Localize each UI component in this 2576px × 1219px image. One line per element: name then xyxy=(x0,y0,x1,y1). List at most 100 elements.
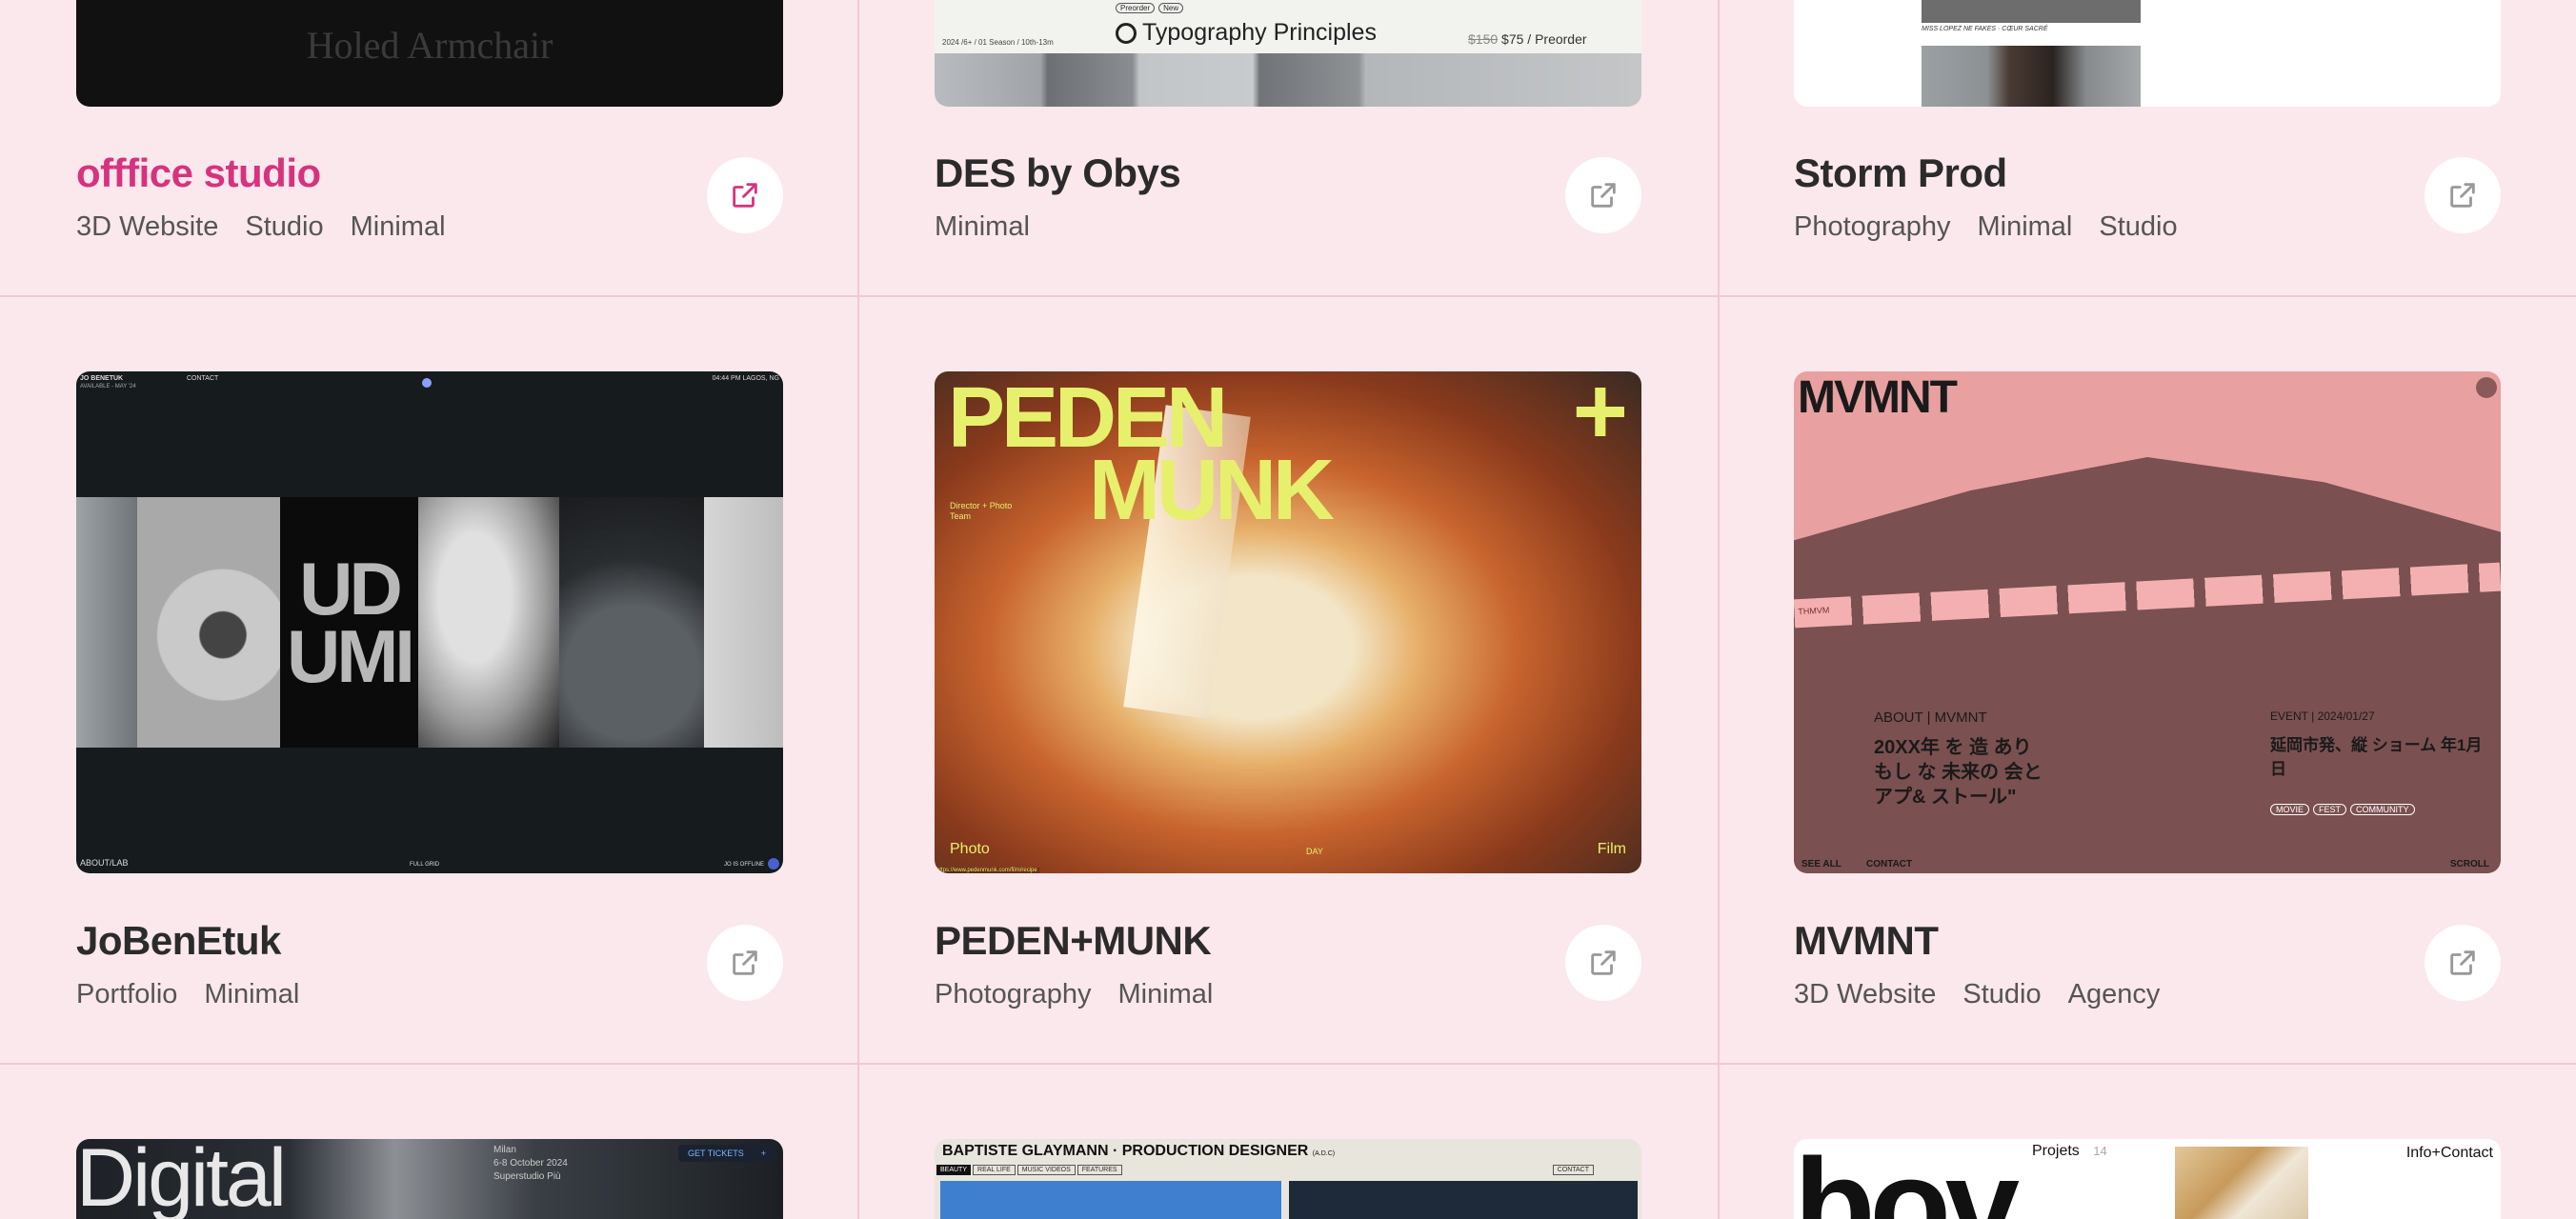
thumb-label: JO IS OFFLINE xyxy=(723,862,764,868)
project-title[interactable]: offfice studio xyxy=(76,150,321,196)
tag[interactable]: Studio xyxy=(1962,979,2041,1010)
tag[interactable]: Minimal xyxy=(1977,211,2072,243)
project-thumbnail[interactable]: Digital Milan 6-8 October 2024 Superstud… xyxy=(76,1139,783,1219)
project-thumbnail[interactable]: THMVM MVMNT ABOUT | MVMNT EVENT | 2024/0… xyxy=(1794,371,2501,873)
thumb-label: CONTACT xyxy=(187,375,219,382)
column-divider xyxy=(1718,0,1720,1219)
nav-item: FEATURES xyxy=(1077,1165,1122,1175)
thumbnail-caption: MISS LOPEZ NE FAKES · CŒUR SACRÉ xyxy=(1922,26,2048,32)
tag[interactable]: Portfolio xyxy=(76,979,177,1010)
project-card-bov[interactable]: bov Projets 14 Info+Contact xyxy=(1794,1139,2501,1219)
open-external-button[interactable] xyxy=(707,157,783,233)
thumb-jp-text: アプ& ストール" xyxy=(1874,787,2017,808)
thumb-label: ABOUT | MVMNT xyxy=(1874,709,1987,726)
project-card-jobenetuk[interactable]: JO BENETUK AVAILABLE - MAY '24 CONTACT 0… xyxy=(76,371,783,1019)
project-title[interactable]: Storm Prod xyxy=(1794,150,2007,196)
external-link-icon xyxy=(733,950,757,975)
pill: MOVIE xyxy=(2270,804,2310,815)
thumb-logo: MVMNT xyxy=(1798,372,1958,423)
thumb-label: ABOUT/LAB xyxy=(80,858,129,868)
tag[interactable]: Minimal xyxy=(935,211,1030,243)
project-tags: Minimal xyxy=(935,211,1030,243)
cta-label: GET TICKETS xyxy=(688,1149,744,1158)
open-external-button[interactable] xyxy=(2425,157,2501,233)
project-title[interactable]: PEDEN+MUNK xyxy=(935,918,1212,964)
thumb-nav: BEAUTY REAL LIFE MUSIC VIDEOS FEATURES xyxy=(936,1165,1122,1175)
open-external-button[interactable] xyxy=(707,925,783,1001)
menu-icon xyxy=(2476,377,2497,398)
thumbnail-meta: 2024 /6+ / 01 Season / 10th-13m xyxy=(942,38,1054,47)
tag[interactable]: 3D Website xyxy=(1794,979,1936,1010)
open-external-button[interactable] xyxy=(2425,925,2501,1001)
projects-label: Projets xyxy=(2032,1143,2080,1159)
tag[interactable]: Studio xyxy=(245,211,323,243)
thumb-jp-text: 20XX年 を 造 あり xyxy=(1874,737,2032,758)
tag[interactable]: 3D Website xyxy=(76,211,218,243)
thumb-word: bov xyxy=(1794,1139,2020,1219)
nav-item: MUSIC VIDEOS xyxy=(1016,1165,1076,1175)
thumb-label: Director + Photo Team xyxy=(950,501,1013,521)
image-strip: UD UMI xyxy=(76,497,783,748)
project-card-offfice-studio[interactable]: Holed Armchair offfice studio 3D Website… xyxy=(76,0,783,286)
nav-item: CONTACT xyxy=(1552,1165,1594,1175)
badge: New xyxy=(1158,3,1184,13)
project-card-mvmnt[interactable]: THMVM MVMNT ABOUT | MVMNT EVENT | 2024/0… xyxy=(1794,371,2501,1019)
thumb-heading: BAPTISTE GLAYMANN · PRODUCTION DESIGNER … xyxy=(942,1143,1335,1160)
tag[interactable]: Studio xyxy=(2099,211,2177,243)
row-divider xyxy=(0,1063,2576,1065)
project-card-digital[interactable]: Digital Milan 6-8 October 2024 Superstud… xyxy=(76,1139,783,1219)
tag[interactable]: Minimal xyxy=(351,211,446,243)
old-price: $150 xyxy=(1468,31,1499,47)
thumb-label: AVAILABLE - MAY '24 xyxy=(80,384,136,390)
thumb-label: JO BENETUK xyxy=(80,375,124,382)
heading-text: Typography Principles xyxy=(1142,19,1377,46)
thumb-label: EVENT | 2024/01/27 xyxy=(2270,709,2375,723)
tag[interactable]: Photography xyxy=(1794,211,1950,243)
thumb-label: SCROLL xyxy=(2449,859,2489,869)
project-title[interactable]: DES by Obys xyxy=(935,150,1181,196)
thumb-label: Film xyxy=(1597,841,1626,857)
heading-sub: (A.D.C) xyxy=(1312,1150,1336,1157)
project-tags: 3D Website Studio Agency xyxy=(1794,979,2160,1010)
project-thumbnail[interactable]: PEDEN MUNK + Director + Photo Team Photo… xyxy=(935,371,1641,873)
thumbnail-image xyxy=(935,53,1641,107)
project-card-peden-munk[interactable]: PEDEN MUNK + Director + Photo Team Photo… xyxy=(935,371,1641,1019)
project-card-des-by-obys[interactable]: Preorder New 2024 /6+ / 01 Season / 10th… xyxy=(935,0,1641,286)
project-thumbnail[interactable]: BAPTISTE GLAYMANN · PRODUCTION DESIGNER … xyxy=(935,1139,1641,1219)
tag[interactable]: Minimal xyxy=(1117,979,1213,1010)
open-external-button[interactable] xyxy=(1565,925,1641,1001)
thumb-label: CONTACT xyxy=(1866,859,1913,869)
get-tickets-button: GET TICKETS + xyxy=(678,1145,775,1162)
thumbnail-price: $150 $75 / Preorder xyxy=(1468,31,1587,47)
thumb-label: 04:44 PM LAGOS, NG xyxy=(712,375,779,382)
pill: COMMUNITY xyxy=(2350,804,2415,815)
project-title[interactable]: MVMNT xyxy=(1794,918,1939,964)
thumb-label: 6-8 October 2024 xyxy=(493,1158,568,1169)
tag[interactable]: Photography xyxy=(935,979,1091,1010)
project-thumbnail[interactable]: MISS LOPEZ NE FAKES · CŒUR SACRÉ xyxy=(1794,0,2501,107)
project-thumbnail[interactable]: bov Projets 14 Info+Contact xyxy=(1794,1139,2501,1219)
project-card-baptiste-glaymann[interactable]: BAPTISTE GLAYMANN · PRODUCTION DESIGNER … xyxy=(935,1139,1641,1219)
logo-icon xyxy=(1116,22,1137,44)
project-title[interactable]: JoBenEtuk xyxy=(76,918,281,964)
tag[interactable]: Minimal xyxy=(204,979,299,1010)
thumb-jp-text: もし な 未来の 会と xyxy=(1874,762,2043,783)
project-tags: Photography Minimal Studio xyxy=(1794,211,2178,243)
project-thumbnail[interactable]: Preorder New 2024 /6+ / 01 Season / 10th… xyxy=(935,0,1641,107)
tag[interactable]: Agency xyxy=(2068,979,2161,1010)
external-link-icon xyxy=(1591,950,1616,975)
external-link-icon xyxy=(2450,183,2475,208)
status-dot xyxy=(422,378,432,388)
thumb-url: https://www.pedenmunk.com/film/recipe xyxy=(935,868,1039,873)
thumb-label: Superstudio Più xyxy=(493,1171,561,1182)
project-card-storm-prod[interactable]: MISS LOPEZ NE FAKES · CŒUR SACRÉ Storm P… xyxy=(1794,0,2501,286)
strip-label: THMVM xyxy=(1798,605,1830,617)
project-thumbnail[interactable]: Holed Armchair xyxy=(76,0,783,107)
project-thumbnail[interactable]: JO BENETUK AVAILABLE - MAY '24 CONTACT 0… xyxy=(76,371,783,873)
thumb-label: Info+Contact xyxy=(2405,1145,2493,1161)
thumb-word: MUNK xyxy=(1089,443,1335,538)
pill: FEST xyxy=(2313,804,2347,815)
thumb-image xyxy=(2175,1147,2308,1219)
external-link-icon xyxy=(733,183,757,208)
open-external-button[interactable] xyxy=(1565,157,1641,233)
